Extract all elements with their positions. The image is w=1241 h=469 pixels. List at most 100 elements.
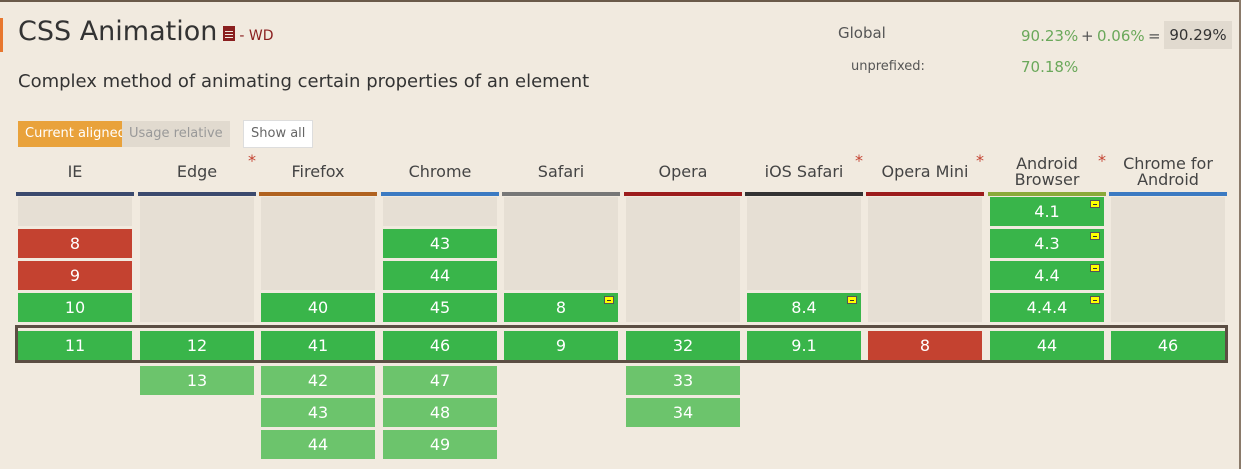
prefix-note-star[interactable]: * <box>1098 153 1106 169</box>
equals-sign: = <box>1148 27 1161 45</box>
browser-color-bar <box>138 192 256 196</box>
version-cell[interactable]: 44 <box>383 261 497 290</box>
browser-name-line: Opera Mini <box>881 162 969 181</box>
browser-name-line: Browser <box>1014 170 1080 189</box>
future-version-cell[interactable]: 33 <box>626 366 740 395</box>
empty-version-cell <box>18 197 132 226</box>
version-number: 40 <box>307 298 329 317</box>
version-cell[interactable]: 4.4 <box>990 261 1104 290</box>
browser-column: Safari 8 9 <box>502 152 620 469</box>
version-number: 46 <box>429 336 451 355</box>
version-cell[interactable]: 4.4.4 <box>990 293 1104 322</box>
current-version-cell[interactable]: 32 <box>626 331 740 360</box>
version-number: 44 <box>307 435 329 454</box>
current-version-cell[interactable]: 8 <box>868 331 982 360</box>
current-version-cell[interactable]: 12 <box>140 331 254 360</box>
current-version-cell[interactable]: 44 <box>990 331 1104 360</box>
prefix-note-star[interactable]: * <box>855 153 863 169</box>
version-cell[interactable]: 45 <box>383 293 497 322</box>
browser-column: IE 8 9 10 11 <box>16 152 134 469</box>
browser-name-line: Edge <box>176 162 218 181</box>
empty-version-cell <box>261 197 375 290</box>
future-version-cell[interactable]: 42 <box>261 366 375 395</box>
unprefixed-label: unprefixed: <box>851 59 925 74</box>
version-number: 13 <box>186 371 208 390</box>
future-version-cell[interactable]: 47 <box>383 366 497 395</box>
future-version-cell[interactable]: 44 <box>261 430 375 459</box>
browser-header: Android Browser * <box>988 152 1106 192</box>
browser-name-line: Android <box>1137 170 1199 189</box>
browser-color-bar <box>1109 192 1227 196</box>
empty-version-cell <box>140 197 254 322</box>
spec-document-icon[interactable] <box>223 26 236 41</box>
usage-relative-button[interactable]: Usage relative <box>122 121 230 147</box>
browser-header: iOS Safari * <box>745 152 863 192</box>
prefix-note-star[interactable]: * <box>976 153 984 169</box>
partial-support-note-icon[interactable] <box>1090 296 1100 304</box>
version-number: 4.4 <box>1034 266 1060 285</box>
version-cell[interactable]: 8 <box>504 293 618 322</box>
version-number: 43 <box>307 403 329 422</box>
browser-header: IE <box>16 152 134 192</box>
browser-color-bar <box>866 192 984 196</box>
browser-header: Opera <box>624 152 742 192</box>
version-number: 41 <box>307 336 329 355</box>
unprefixed-value: 70.18% <box>1021 58 1079 76</box>
partial-support-note-icon[interactable] <box>1090 232 1100 240</box>
version-number: 43 <box>429 234 451 253</box>
browser-header: Chrome for Android <box>1109 152 1227 192</box>
future-version-cell[interactable]: 34 <box>626 398 740 427</box>
empty-version-cell <box>383 197 497 226</box>
version-cell[interactable]: 43 <box>383 229 497 258</box>
version-cell[interactable]: 4.1 <box>990 197 1104 226</box>
current-version-cell[interactable]: 9 <box>504 331 618 360</box>
empty-version-cell <box>504 197 618 290</box>
future-version-cell[interactable]: 49 <box>383 430 497 459</box>
empty-version-cell <box>1111 197 1225 322</box>
partial-support-note-icon[interactable] <box>1090 200 1100 208</box>
browser-color-bar <box>16 192 134 196</box>
global-total: 90.29% <box>1164 21 1232 49</box>
top-border <box>0 0 1241 2</box>
browser-name: Chrome <box>409 164 472 180</box>
current-version-cell[interactable]: 41 <box>261 331 375 360</box>
feature-description: Complex method of animating certain prop… <box>18 71 590 92</box>
future-version-cell[interactable]: 48 <box>383 398 497 427</box>
current-version-cell[interactable]: 9.1 <box>747 331 861 360</box>
browser-column: Edge * 12 13 <box>138 152 256 469</box>
version-cell[interactable]: 8 <box>18 229 132 258</box>
browser-color-bar <box>624 192 742 196</box>
future-version-cell[interactable]: 43 <box>261 398 375 427</box>
browser-header: Safari <box>502 152 620 192</box>
current-aligned-button[interactable]: Current aligned <box>18 121 133 147</box>
current-version-cell[interactable]: 46 <box>1111 331 1225 360</box>
version-number: 48 <box>429 403 451 422</box>
current-version-cell[interactable]: 46 <box>383 331 497 360</box>
browser-name-line: Opera <box>658 162 708 181</box>
version-number: 10 <box>64 298 86 317</box>
show-all-button[interactable]: Show all <box>243 120 314 148</box>
version-cell[interactable]: 40 <box>261 293 375 322</box>
future-version-cell[interactable]: 13 <box>140 366 254 395</box>
version-cell[interactable]: 8.4 <box>747 293 861 322</box>
version-cell[interactable]: 9 <box>18 261 132 290</box>
version-cell[interactable]: 10 <box>18 293 132 322</box>
current-version-cell[interactable]: 11 <box>18 331 132 360</box>
browser-color-bar <box>745 192 863 196</box>
prefix-note-star[interactable]: * <box>248 153 256 169</box>
browser-name: Opera Mini <box>882 164 969 180</box>
browser-name: Android Browser <box>1015 156 1080 188</box>
partial-support-note-icon[interactable] <box>1090 264 1100 272</box>
feature-title-text: CSS Animation <box>18 16 218 47</box>
version-cell[interactable]: 4.3 <box>990 229 1104 258</box>
feature-title: CSS Animation - WD <box>18 16 274 47</box>
browser-name-line: IE <box>67 162 83 181</box>
version-number: 44 <box>1036 336 1058 355</box>
spec-status[interactable]: - WD <box>239 28 273 44</box>
browser-column: Android Browser * 4.1 4.3 4.4 4.4.4 44 <box>988 152 1106 469</box>
partial-support-note-icon[interactable] <box>604 296 614 304</box>
browser-name: Safari <box>538 164 584 180</box>
version-number: 33 <box>672 371 694 390</box>
browser-header: Firefox <box>259 152 377 192</box>
partial-support-note-icon[interactable] <box>847 296 857 304</box>
